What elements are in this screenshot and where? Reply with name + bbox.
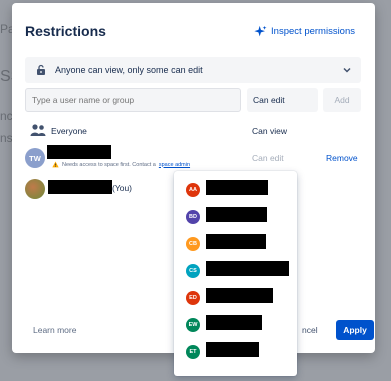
avatar: EW <box>186 318 200 332</box>
group-icon <box>30 124 46 136</box>
lock-icon <box>37 64 45 75</box>
chevron-down-icon <box>343 67 351 73</box>
redacted-name <box>206 207 267 222</box>
inspect-permissions-label: Inspect permissions <box>271 26 355 37</box>
user-permission[interactable]: Can edit <box>252 153 284 163</box>
warning-icon <box>52 161 59 168</box>
learn-more-link[interactable]: Learn more <box>33 325 76 335</box>
list-item[interactable]: BD <box>174 203 297 230</box>
list-item[interactable]: EW <box>174 311 297 338</box>
redacted-name <box>206 261 289 276</box>
space-admin-link[interactable]: space admin <box>159 162 190 168</box>
redacted-name <box>47 145 111 159</box>
everyone-permission[interactable]: Can view <box>252 126 287 136</box>
redacted-name <box>206 234 266 249</box>
apply-button-label: Apply <box>343 325 367 335</box>
apply-button[interactable]: Apply <box>336 320 374 340</box>
redacted-name <box>48 180 112 194</box>
background-text: nc <box>0 109 13 123</box>
redacted-name <box>206 315 262 330</box>
permission-user-dropdown: AA BD CB CS ED EW ET <box>174 171 297 376</box>
dialog-title: Restrictions <box>25 23 106 39</box>
avatar: AA <box>186 183 200 197</box>
avatar: TW <box>25 148 45 168</box>
add-button-label: Add <box>334 95 350 105</box>
sparkle-icon <box>254 25 267 37</box>
cancel-button[interactable]: ncel <box>302 325 318 335</box>
list-item[interactable]: CB <box>174 230 297 257</box>
avatar-initials: TW <box>29 153 41 163</box>
permission-select-value: Can edit <box>253 95 285 105</box>
avatar <box>25 179 45 199</box>
list-item[interactable]: CS <box>174 257 297 284</box>
redacted-name <box>206 288 273 303</box>
avatar: CS <box>186 264 200 278</box>
permission-select[interactable]: Can edit <box>247 88 318 112</box>
access-warning-text: Needs access to space first. Contact a <box>62 161 156 168</box>
restriction-level-select[interactable]: Anyone can view, only some can edit <box>25 57 361 83</box>
avatar: BD <box>186 210 200 224</box>
background-text: ns <box>0 131 13 145</box>
everyone-label: Everyone <box>51 126 87 136</box>
avatar: ED <box>186 291 200 305</box>
restriction-level-value: Anyone can view, only some can edit <box>55 65 203 75</box>
avatar: CB <box>186 237 200 251</box>
redacted-name <box>206 180 268 195</box>
list-item[interactable]: ED <box>174 284 297 311</box>
access-warning: Needs access to space first. Contact a s… <box>52 161 190 168</box>
remove-button[interactable]: Remove <box>326 153 358 163</box>
redacted-name <box>206 342 259 357</box>
you-label: (You) <box>112 183 133 193</box>
list-item[interactable]: AA <box>174 176 297 203</box>
list-item[interactable]: ET <box>174 338 297 365</box>
user-search-input[interactable] <box>25 88 241 112</box>
inspect-permissions-link[interactable]: Inspect permissions <box>254 25 355 38</box>
add-button[interactable]: Add <box>323 88 361 112</box>
avatar: ET <box>186 345 200 359</box>
